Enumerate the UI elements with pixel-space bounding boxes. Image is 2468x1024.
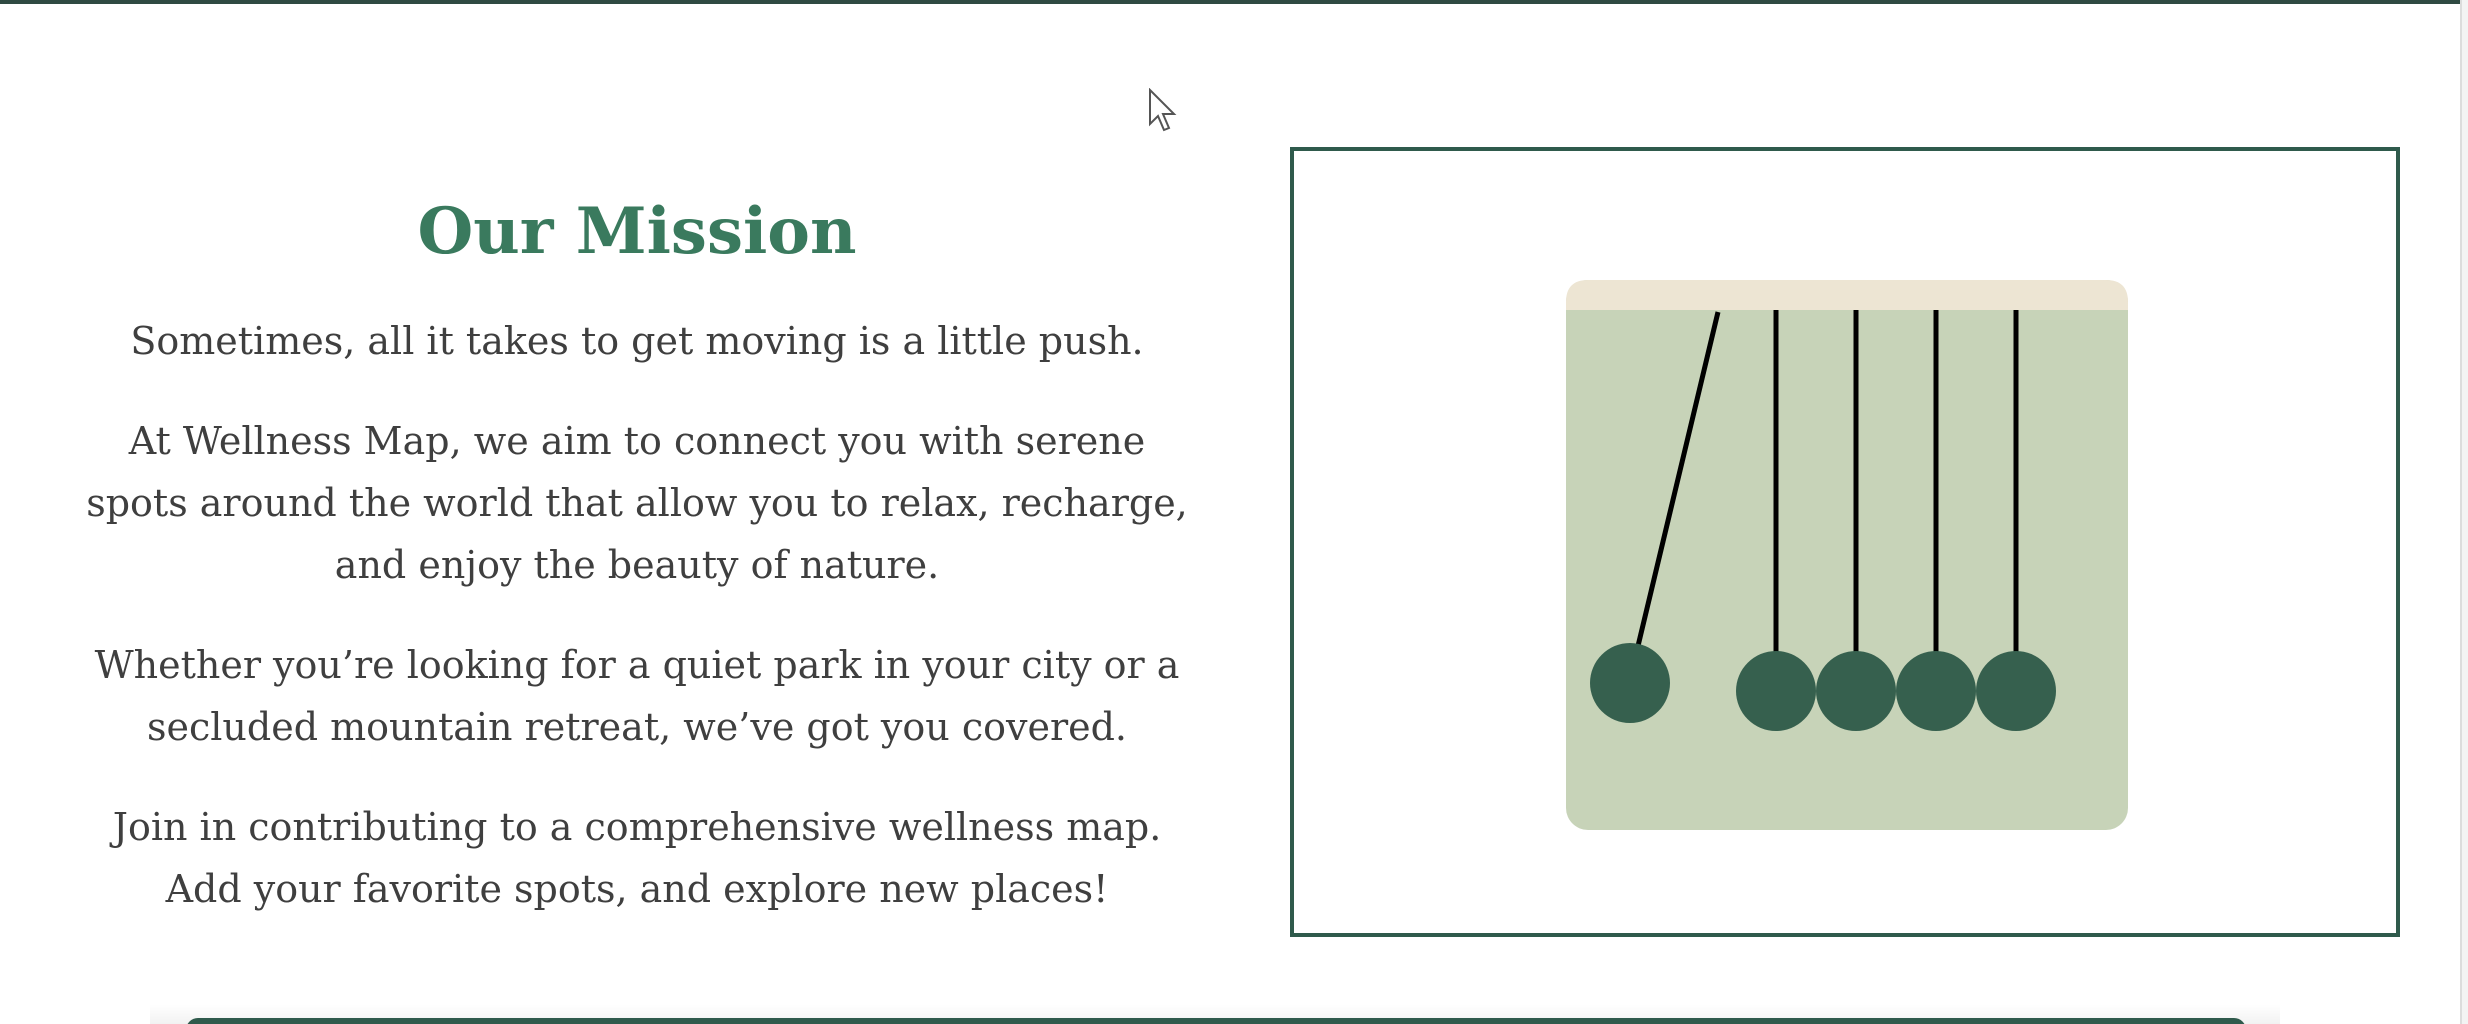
cradle-ball-5 <box>1976 651 2056 731</box>
cradle-ball-3 <box>1816 651 1896 731</box>
vertical-scrollbar[interactable] <box>2460 0 2468 1024</box>
cradle-ball-4 <box>1896 651 1976 731</box>
mission-section: Our Mission Sometimes, all it takes to g… <box>80 190 1194 958</box>
mission-paragraph-3: Whether you’re looking for a quiet park … <box>94 643 1180 749</box>
newtons-cradle-icon <box>1566 280 2128 830</box>
top-border <box>0 0 2468 4</box>
cradle-panel <box>1566 280 2128 830</box>
next-section-edge <box>186 1018 2246 1024</box>
mission-title: Our Mission <box>417 194 857 269</box>
mouse-cursor-icon <box>1149 88 1177 132</box>
cradle-top-bar <box>1566 280 2128 310</box>
mission-paragraph-4: Join in contributing to a comprehensive … <box>112 805 1162 911</box>
cradle-ball-2 <box>1736 651 1816 731</box>
mission-paragraph-1: Sometimes, all it takes to get moving is… <box>130 319 1144 363</box>
cradle-ball-1 <box>1590 643 1670 723</box>
mission-paragraph-2: At Wellness Map, we aim to connect you w… <box>86 419 1188 587</box>
